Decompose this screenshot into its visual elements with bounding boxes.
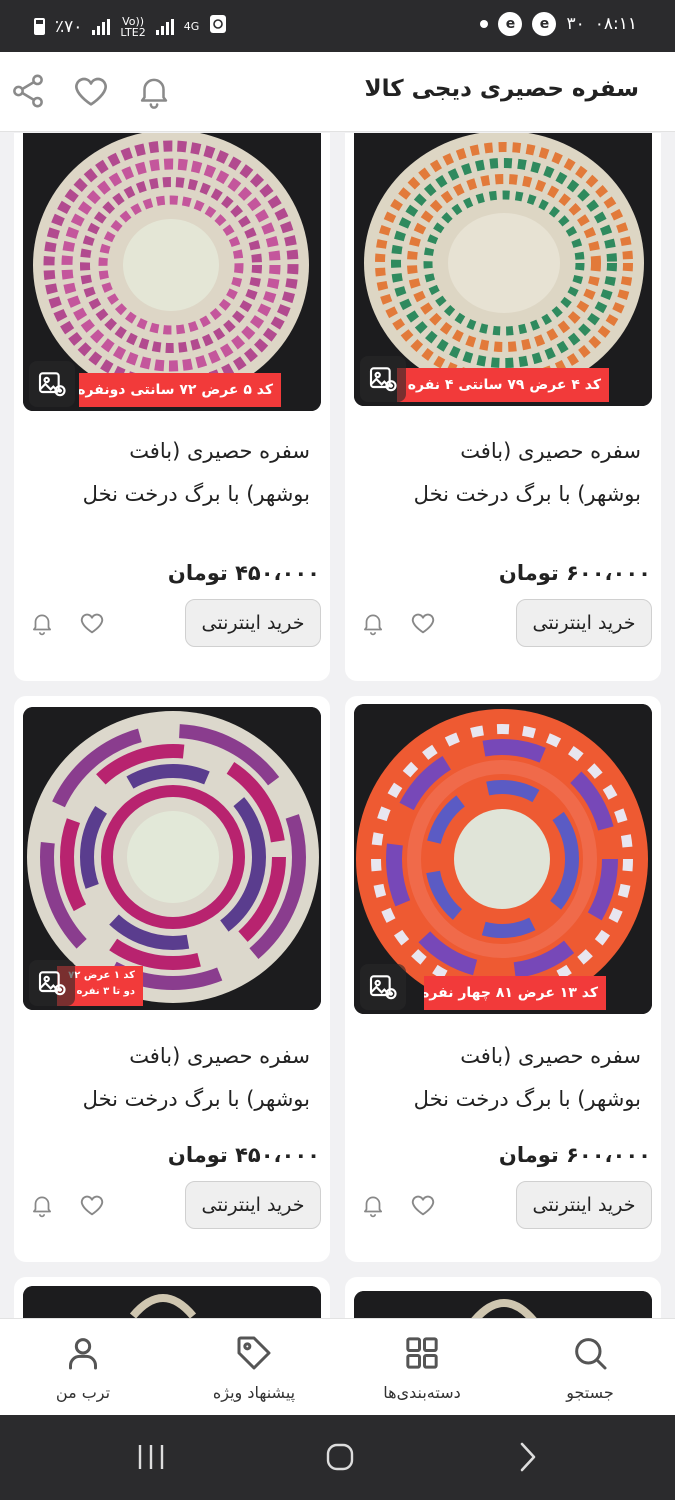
product-title[interactable]: سفره حصیری (بافت بوشهر) با برگ درخت نخل [361,430,641,516]
system-navigation-bar [0,1415,675,1500]
nav-profile[interactable]: ترب من [23,1331,143,1402]
product-code-badge: کد ۴ عرض ۷۹ سانتی ۴ نفره [397,368,609,402]
product-title[interactable]: سفره حصیری (بافت بوشهر) با برگ درخت نخل [30,430,310,516]
buy-online-button[interactable]: خرید اینترنتی [516,1181,652,1229]
battery-level: ٪۷۰ [55,16,83,37]
price-alert-bell-icon[interactable] [26,1189,58,1221]
product-price: ۴۵۰،۰۰۰ تومان [167,561,320,585]
nav-special-offers[interactable]: پیشنهاد ویژه [194,1331,314,1402]
nav-categories[interactable]: دسته‌بندی‌ها [362,1331,482,1402]
app-e-icon-2: e [532,12,557,36]
product-card[interactable]: کد ۱ عرض ۷۲ دو تا ۳ نفره سفره حصیری (باف… [14,696,330,1262]
page-title: سفره حصیری دیجی کالا [364,76,639,102]
temperature: ۳۰ [566,14,585,34]
bottom-navigation: جستجو دسته‌بندی‌ها پیشنهاد ویژه ترب من [0,1318,675,1415]
favorite-heart-icon[interactable] [70,70,112,112]
network-type: 4G [183,20,200,33]
nav-search-label: جستجو [566,1383,614,1402]
product-price: ۶۰۰،۰۰۰ تومان [498,1143,651,1167]
user-icon [23,1331,143,1375]
nav-profile-label: ترب من [55,1383,111,1402]
favorite-heart-icon[interactable] [407,1189,439,1221]
woven-mat-image [354,1291,652,1318]
product-card[interactable] [345,1277,661,1318]
app-e-icon: e [498,12,523,36]
gallery-icon[interactable] [29,361,75,407]
favorite-heart-icon[interactable] [76,607,108,639]
gallery-icon[interactable] [360,964,406,1010]
product-card[interactable]: کد ۵ عرض ۷۲ سانتی دونفره سفره حصیری (باف… [14,133,330,681]
favorite-heart-icon[interactable] [407,607,439,639]
product-price: ۶۰۰،۰۰۰ تومان [498,561,651,585]
search-icon [530,1331,650,1375]
product-price: ۴۵۰،۰۰۰ تومان [167,1143,320,1167]
woven-mat-image [23,1286,321,1318]
product-title[interactable]: سفره حصیری (بافت بوشهر) با برگ درخت نخل [30,1035,310,1121]
product-card[interactable] [14,1277,330,1318]
product-code-badge: کد ۱۳ عرض ۸۱ چهار نفره [424,976,606,1010]
status-left: ٪۷۰ Vo)) LTE2 4G [34,14,227,39]
share-icon[interactable] [7,70,49,112]
gallery-icon[interactable] [29,960,75,1006]
price-alert-bell-icon[interactable] [357,607,389,639]
product-image[interactable] [354,1291,652,1318]
notification-dot-icon [480,20,489,28]
back-icon[interactable] [498,1437,558,1477]
product-image[interactable] [23,1286,321,1318]
product-image[interactable]: کد ۴ عرض ۷۹ سانتی ۴ نفره [354,133,652,406]
product-image[interactable]: کد ۱۳ عرض ۸۱ چهار نفره [354,704,652,1014]
buy-online-button[interactable]: خرید اینترنتی [516,599,652,647]
clock: ۰۸:۱۱ [594,14,637,34]
price-alert-bell-icon[interactable] [26,607,58,639]
recycle-icon [209,14,227,39]
product-card[interactable]: کد ۴ عرض ۷۹ سانتی ۴ نفره سفره حصیری (باف… [345,133,661,681]
nav-special-offers-label: پیشنهاد ویژه [212,1383,296,1402]
app-header: سفره حصیری دیجی کالا [0,52,675,132]
volte-indicator: Vo)) LTE2 [120,14,146,39]
product-title[interactable]: سفره حصیری (بافت بوشهر) با برگ درخت نخل [361,1035,641,1121]
notification-bell-icon[interactable] [133,70,175,112]
nav-search[interactable]: جستجو [530,1331,650,1402]
nav-categories-label: دسته‌بندی‌ها [383,1383,461,1402]
product-image[interactable]: کد ۵ عرض ۷۲ سانتی دونفره [23,133,321,411]
buy-online-button[interactable]: خرید اینترنتی [185,1181,321,1229]
grid-icon [362,1331,482,1375]
product-image[interactable]: کد ۱ عرض ۷۲ دو تا ۳ نفره [23,707,321,1010]
recent-apps-icon[interactable] [121,1437,181,1477]
tag-icon [194,1331,314,1375]
battery-icon [34,18,45,35]
gallery-icon[interactable] [360,356,406,402]
favorite-heart-icon[interactable] [76,1189,108,1221]
signal-icon [92,18,111,35]
home-icon[interactable] [310,1437,370,1477]
buy-online-button[interactable]: خرید اینترنتی [185,599,321,647]
product-grid: کد ۴ عرض ۷۹ سانتی ۴ نفره سفره حصیری (باف… [0,133,675,1318]
price-alert-bell-icon[interactable] [357,1189,389,1221]
product-code-badge: کد ۵ عرض ۷۲ سانتی دونفره [79,373,281,407]
product-card[interactable]: کد ۱۳ عرض ۸۱ چهار نفره سفره حصیری (بافت … [345,696,661,1262]
status-right: e e ۳۰ ۰۸:۱۱ [480,12,637,36]
status-bar: ٪۷۰ Vo)) LTE2 4G e e ۳۰ ۰۸:۱۱ [0,0,675,52]
signal-icon-2 [155,18,174,35]
